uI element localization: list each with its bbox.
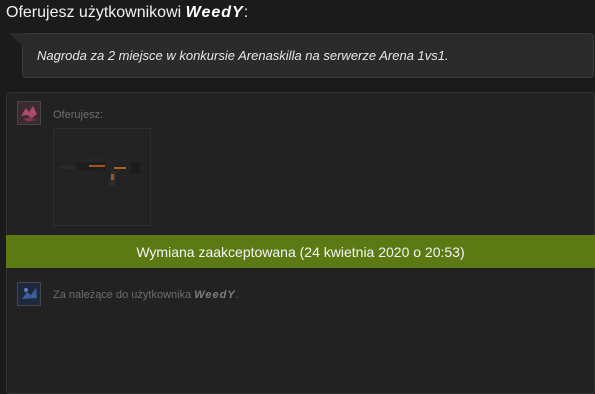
rifle-item-icon <box>60 158 140 187</box>
trade-header: Oferujesz użytkownikowi WeedY: <box>6 4 248 22</box>
header-username[interactable]: WeedY <box>186 4 244 21</box>
offered-item-slot[interactable] <box>53 128 151 226</box>
my-avatar[interactable] <box>17 101 41 125</box>
header-prefix: Oferujesz użytkownikowi <box>6 4 182 21</box>
trade-status-text: Wymiana zaakceptowana (24 kwietnia 2020 … <box>136 243 465 260</box>
receive-suffix: . <box>235 289 239 301</box>
partner-avatar[interactable] <box>17 282 41 306</box>
receive-username[interactable]: WeedY <box>194 289 235 301</box>
offer-label: Oferujesz: <box>53 109 104 121</box>
avatar-image-icon <box>18 283 40 305</box>
receive-label: Za należące do użytkownika WeedY. <box>53 289 239 301</box>
trade-message-text: Nagroda za 2 miejsce w konkursie Arenask… <box>37 48 449 63</box>
trade-message-bubble: Nagroda za 2 miejsce w konkursie Arenask… <box>9 33 594 78</box>
receive-label-prefix: Za należące do użytkownika <box>53 289 192 301</box>
avatar-image-icon <box>18 102 40 124</box>
header-suffix: : <box>243 4 249 21</box>
trade-status-banner: Wymiana zaakceptowana (24 kwietnia 2020 … <box>6 235 595 268</box>
